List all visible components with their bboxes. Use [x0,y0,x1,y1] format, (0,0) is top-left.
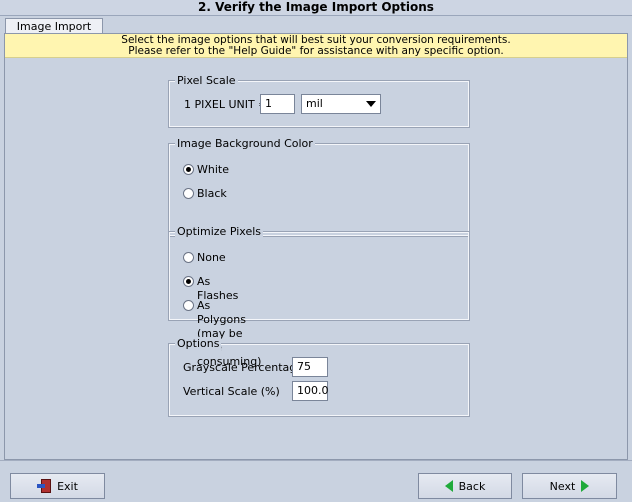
exit-door-icon [37,479,52,493]
wizard-title: 2. Verify the Image Import Options [0,0,632,16]
background-color-group: Image Background Color White Black [168,137,470,237]
pixel-unit-label: 1 PIXEL UNIT = [184,98,268,111]
vertical-scale-input[interactable]: 100.0 [292,381,329,401]
vertical-scale-label: Vertical Scale (%) [183,385,280,398]
radio-black-label: Black [197,187,227,200]
info-line-2: Please refer to the "Help Guide" for ass… [128,45,504,57]
radio-as-flashes-indicator[interactable] [183,276,194,287]
optimize-pixels-group: Optimize Pixels None As Flashes As Polyg… [168,225,470,368]
pixel-scale-title: Pixel Scale [175,74,238,88]
radio-none-indicator[interactable] [183,252,194,263]
options-group: Options Grayscale Percentage (%) 75 Vert… [168,337,470,417]
info-banner: Select the image options that will best … [5,34,627,58]
pixel-unit-select[interactable]: mil [301,94,381,114]
arrow-right-icon [581,480,590,492]
pixel-unit-input[interactable]: 1 [260,94,295,114]
exit-button[interactable]: Exit [10,473,105,499]
tab-strip: Image Import Options [0,16,632,48]
next-label: Next [549,479,576,493]
next-button[interactable]: Next [522,473,617,499]
bottom-bar: Exit Back Next [0,460,632,502]
options-title: Options [175,337,222,351]
pixel-unit-selected: mil [306,97,323,110]
optimize-pixels-title: Optimize Pixels [175,225,263,239]
chevron-down-icon[interactable] [366,101,376,107]
grayscale-value: 75 [297,360,311,373]
grayscale-input[interactable]: 75 [292,357,328,377]
exit-arrow-icon [37,484,46,488]
exit-label: Exit [57,479,78,493]
radio-white-label: White [197,163,229,176]
arrow-left-icon [444,480,453,492]
background-color-title: Image Background Color [175,137,315,151]
radio-white-indicator[interactable] [183,164,194,175]
back-label: Back [458,479,486,493]
pixel-unit-value: 1 [265,97,272,110]
vertical-scale-value: 100.0 [297,384,329,397]
radio-none-label: None [197,251,226,264]
radio-as-polygons-indicator[interactable] [183,300,194,311]
pixel-scale-group: Pixel Scale 1 PIXEL UNIT = 1 mil [168,74,470,128]
back-button[interactable]: Back [418,473,512,499]
radio-black-indicator[interactable] [183,188,194,199]
options-panel: Select the image options that will best … [4,33,628,460]
